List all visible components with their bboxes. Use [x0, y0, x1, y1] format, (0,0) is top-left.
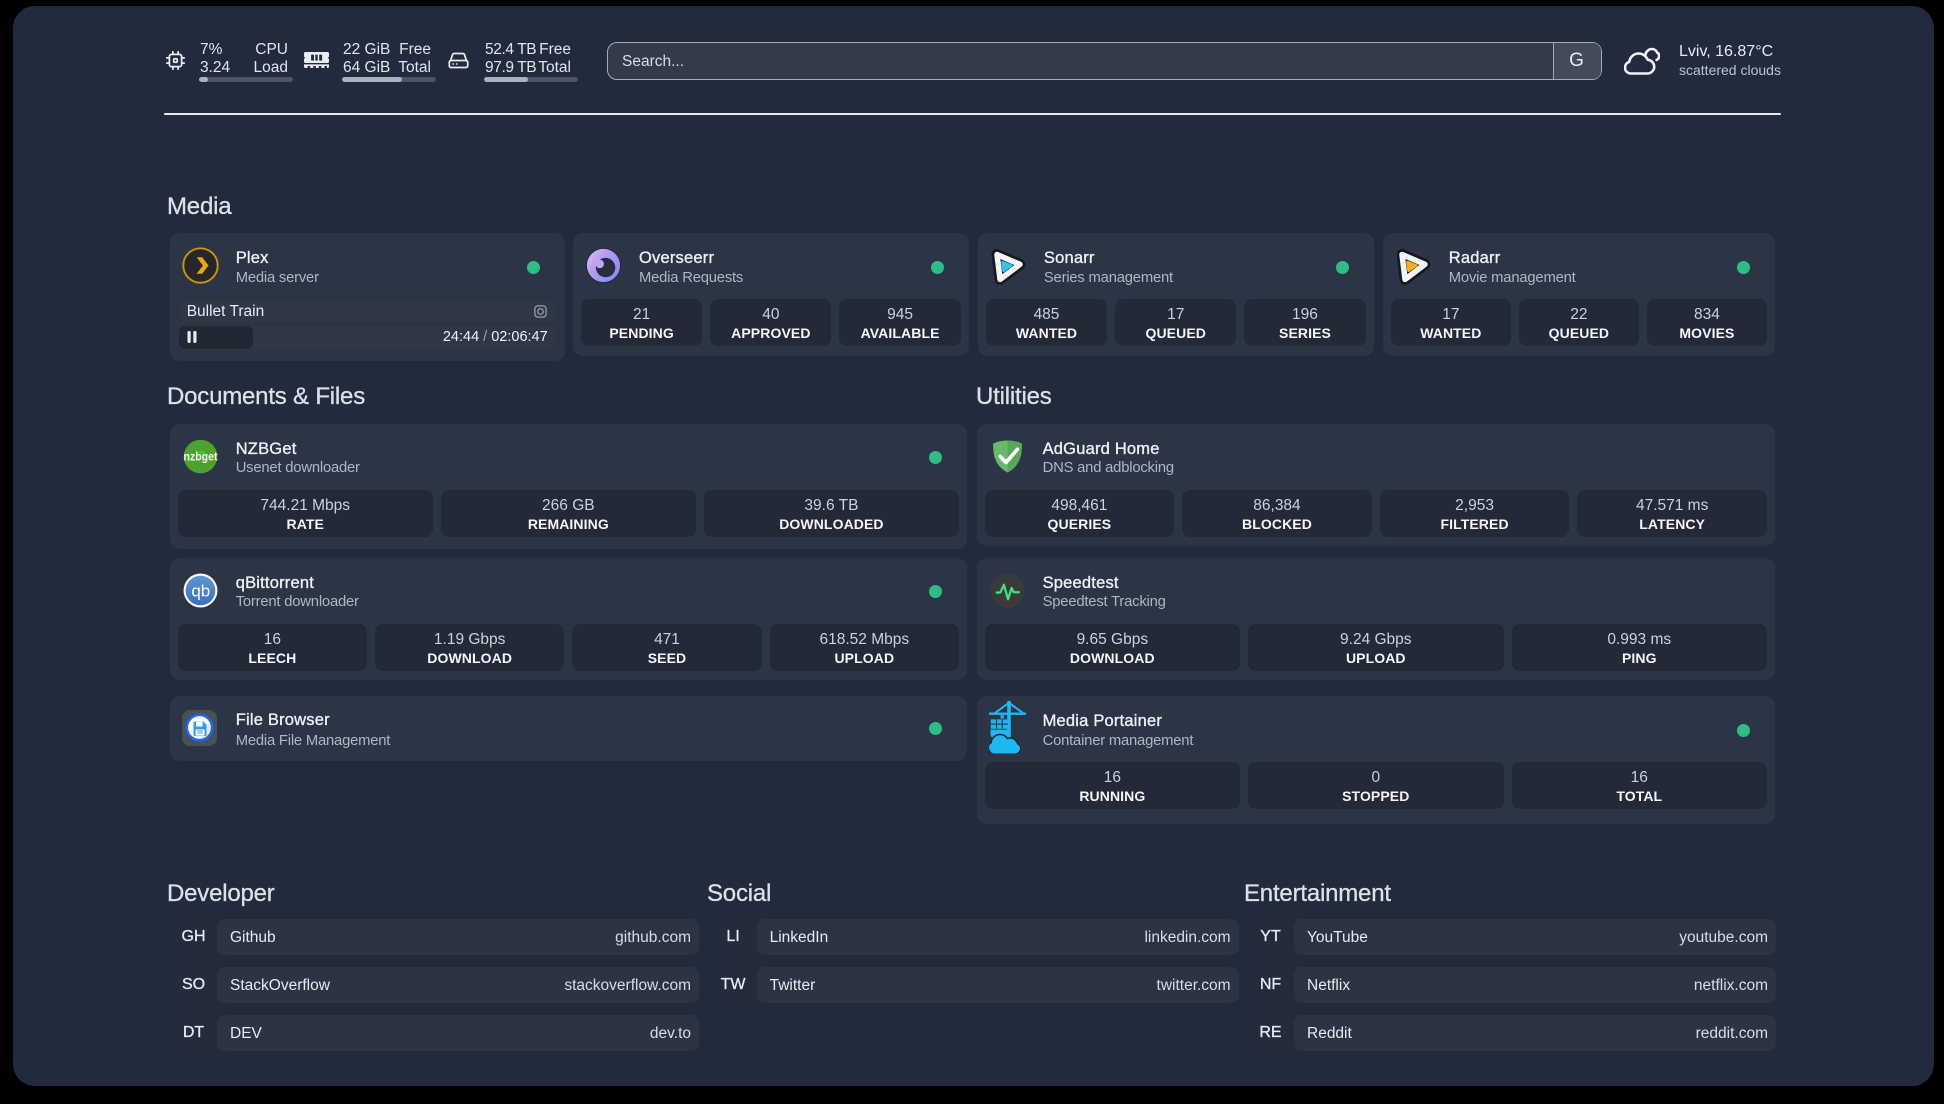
svg-text:qb: qb	[191, 581, 210, 600]
svg-text:nzbget: nzbget	[183, 451, 217, 463]
